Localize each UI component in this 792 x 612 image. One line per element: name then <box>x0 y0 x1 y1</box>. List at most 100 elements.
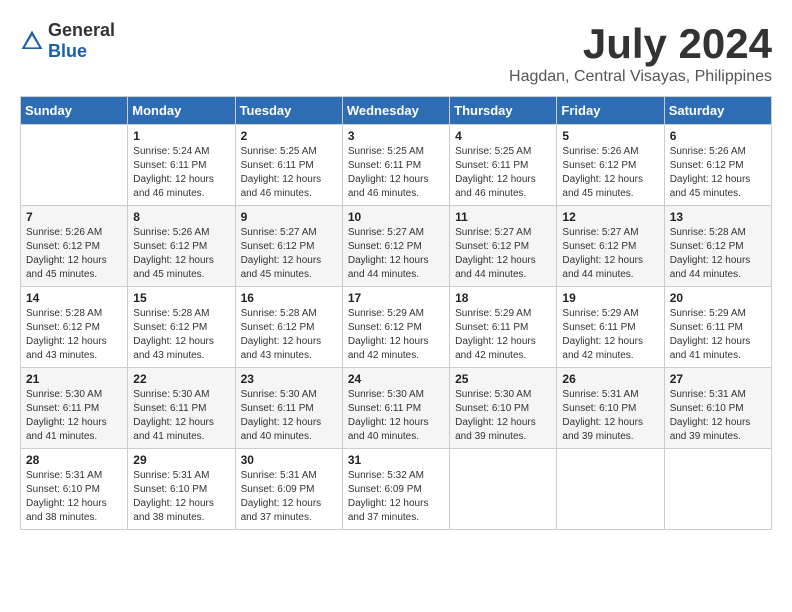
day-info: Sunrise: 5:32 AMSunset: 6:09 PMDaylight:… <box>348 469 444 525</box>
weekday-header-tuesday: Tuesday <box>235 97 342 125</box>
day-number: 3 <box>348 129 444 143</box>
calendar-cell: 26Sunrise: 5:31 AMSunset: 6:10 PMDayligh… <box>557 368 664 449</box>
title-area: July 2024 Hagdan, Central Visayas, Phili… <box>509 20 772 86</box>
week-row-5: 28 Sunrise: 5:31 AMSunset: 6:10 PMDayligh… <box>21 449 772 530</box>
weekday-header-sunday: Sunday <box>21 97 128 125</box>
day-info: Sunrise: 5:27 AMSunset: 6:12 PMDaylight:… <box>348 226 444 282</box>
day-info: Sunrise: 5:26 AMSunset: 6:12 PMDaylight:… <box>133 226 229 282</box>
calendar-cell: 14 Sunrise: 5:28 AMSunset: 6:12 PMDayligh… <box>21 287 128 368</box>
day-number: 12 <box>562 210 658 224</box>
day-info: Sunrise: 5:27 AMSunset: 6:12 PMDaylight:… <box>241 226 337 282</box>
calendar-cell: 13Sunrise: 5:28 AMSunset: 6:12 PMDayligh… <box>664 206 771 287</box>
calendar-cell: 11Sunrise: 5:27 AMSunset: 6:12 PMDayligh… <box>450 206 557 287</box>
calendar-cell: 22Sunrise: 5:30 AMSunset: 6:11 PMDayligh… <box>128 368 235 449</box>
day-number: 10 <box>348 210 444 224</box>
day-info: Sunrise: 5:28 AMSunset: 6:12 PMDaylight:… <box>133 307 229 363</box>
day-number: 8 <box>133 210 229 224</box>
day-number: 29 <box>133 453 229 467</box>
day-number: 21 <box>26 372 122 386</box>
calendar-cell: 27 Sunrise: 5:31 AMSunset: 6:10 PMDayligh… <box>664 368 771 449</box>
day-info: Sunrise: 5:26 AMSunset: 6:12 PMDaylight:… <box>26 226 122 282</box>
calendar-cell: 2Sunrise: 5:25 AMSunset: 6:11 PMDaylight… <box>235 125 342 206</box>
calendar-cell: 28 Sunrise: 5:31 AMSunset: 6:10 PMDayligh… <box>21 449 128 530</box>
logo-general-text: General <box>48 20 115 40</box>
day-number: 27 <box>670 372 766 386</box>
day-info: Sunrise: 5:30 AMSunset: 6:11 PMDaylight:… <box>348 388 444 444</box>
day-number: 15 <box>133 291 229 305</box>
calendar-cell: 31 Sunrise: 5:32 AMSunset: 6:09 PMDayligh… <box>342 449 449 530</box>
calendar-cell: 30 Sunrise: 5:31 AMSunset: 6:09 PMDayligh… <box>235 449 342 530</box>
day-info: Sunrise: 5:29 AMSunset: 6:12 PMDaylight:… <box>348 307 444 363</box>
day-info: Sunrise: 5:30 AMSunset: 6:10 PMDaylight:… <box>455 388 551 444</box>
day-number: 30 <box>241 453 337 467</box>
day-number: 22 <box>133 372 229 386</box>
calendar-cell: 16 Sunrise: 5:28 AMSunset: 6:12 PMDayligh… <box>235 287 342 368</box>
day-number: 24 <box>348 372 444 386</box>
day-info: Sunrise: 5:29 AMSunset: 6:11 PMDaylight:… <box>670 307 766 363</box>
day-number: 26 <box>562 372 658 386</box>
day-info: Sunrise: 5:31 AMSunset: 6:09 PMDaylight:… <box>241 469 337 525</box>
calendar-cell: 7 Sunrise: 5:26 AMSunset: 6:12 PMDaylight… <box>21 206 128 287</box>
calendar-cell: 21 Sunrise: 5:30 AMSunset: 6:11 PMDayligh… <box>21 368 128 449</box>
day-number: 4 <box>455 129 551 143</box>
calendar-table: SundayMondayTuesdayWednesdayThursdayFrid… <box>20 96 772 530</box>
day-number: 1 <box>133 129 229 143</box>
day-info: Sunrise: 5:31 AMSunset: 6:10 PMDaylight:… <box>26 469 122 525</box>
calendar-cell <box>450 449 557 530</box>
weekday-header-wednesday: Wednesday <box>342 97 449 125</box>
calendar-cell: 10 Sunrise: 5:27 AMSunset: 6:12 PMDayligh… <box>342 206 449 287</box>
weekday-header-monday: Monday <box>128 97 235 125</box>
day-number: 6 <box>670 129 766 143</box>
day-number: 28 <box>26 453 122 467</box>
calendar-cell: 17Sunrise: 5:29 AMSunset: 6:12 PMDayligh… <box>342 287 449 368</box>
week-row-1: 1Sunrise: 5:24 AMSunset: 6:11 PMDaylight… <box>21 125 772 206</box>
week-row-2: 7 Sunrise: 5:26 AMSunset: 6:12 PMDaylight… <box>21 206 772 287</box>
day-number: 16 <box>241 291 337 305</box>
day-number: 20 <box>670 291 766 305</box>
logo-blue-text: Blue <box>48 41 87 61</box>
day-info: Sunrise: 5:29 AMSunset: 6:11 PMDaylight:… <box>455 307 551 363</box>
day-number: 31 <box>348 453 444 467</box>
calendar-cell: 24 Sunrise: 5:30 AMSunset: 6:11 PMDayligh… <box>342 368 449 449</box>
day-info: Sunrise: 5:30 AMSunset: 6:11 PMDaylight:… <box>241 388 337 444</box>
week-row-4: 21 Sunrise: 5:30 AMSunset: 6:11 PMDayligh… <box>21 368 772 449</box>
calendar-cell <box>664 449 771 530</box>
calendar-cell: 3Sunrise: 5:25 AMSunset: 6:11 PMDaylight… <box>342 125 449 206</box>
calendar-cell: 5Sunrise: 5:26 AMSunset: 6:12 PMDaylight… <box>557 125 664 206</box>
day-info: Sunrise: 5:28 AMSunset: 6:12 PMDaylight:… <box>241 307 337 363</box>
day-info: Sunrise: 5:31 AMSunset: 6:10 PMDaylight:… <box>670 388 766 444</box>
calendar-cell: 29 Sunrise: 5:31 AMSunset: 6:10 PMDayligh… <box>128 449 235 530</box>
calendar-cell: 1Sunrise: 5:24 AMSunset: 6:11 PMDaylight… <box>128 125 235 206</box>
day-info: Sunrise: 5:28 AMSunset: 6:12 PMDaylight:… <box>26 307 122 363</box>
location-subtitle: Hagdan, Central Visayas, Philippines <box>509 68 772 86</box>
month-year-title: July 2024 <box>509 20 772 68</box>
calendar-cell <box>557 449 664 530</box>
calendar-cell: 23 Sunrise: 5:30 AMSunset: 6:11 PMDayligh… <box>235 368 342 449</box>
day-info: Sunrise: 5:30 AMSunset: 6:11 PMDaylight:… <box>26 388 122 444</box>
calendar-cell <box>21 125 128 206</box>
day-number: 14 <box>26 291 122 305</box>
calendar-cell: 8 Sunrise: 5:26 AMSunset: 6:12 PMDaylight… <box>128 206 235 287</box>
calendar-cell: 6 Sunrise: 5:26 AMSunset: 6:12 PMDaylight… <box>664 125 771 206</box>
weekday-header-friday: Friday <box>557 97 664 125</box>
header: General Blue July 2024 Hagdan, Central V… <box>20 20 772 86</box>
week-row-3: 14 Sunrise: 5:28 AMSunset: 6:12 PMDayligh… <box>21 287 772 368</box>
calendar-cell: 20 Sunrise: 5:29 AMSunset: 6:11 PMDayligh… <box>664 287 771 368</box>
generalblue-icon <box>20 29 44 53</box>
calendar-cell: 15 Sunrise: 5:28 AMSunset: 6:12 PMDayligh… <box>128 287 235 368</box>
weekday-header-thursday: Thursday <box>450 97 557 125</box>
logo: General Blue <box>20 20 115 62</box>
day-info: Sunrise: 5:29 AMSunset: 6:11 PMDaylight:… <box>562 307 658 363</box>
day-info: Sunrise: 5:25 AMSunset: 6:11 PMDaylight:… <box>455 145 551 201</box>
calendar-cell: 25Sunrise: 5:30 AMSunset: 6:10 PMDayligh… <box>450 368 557 449</box>
calendar-cell: 4 Sunrise: 5:25 AMSunset: 6:11 PMDaylight… <box>450 125 557 206</box>
day-number: 19 <box>562 291 658 305</box>
day-info: Sunrise: 5:31 AMSunset: 6:10 PMDaylight:… <box>133 469 229 525</box>
day-info: Sunrise: 5:25 AMSunset: 6:11 PMDaylight:… <box>241 145 337 201</box>
day-number: 23 <box>241 372 337 386</box>
day-number: 9 <box>241 210 337 224</box>
day-info: Sunrise: 5:27 AMSunset: 6:12 PMDaylight:… <box>455 226 551 282</box>
day-info: Sunrise: 5:28 AMSunset: 6:12 PMDaylight:… <box>670 226 766 282</box>
day-number: 7 <box>26 210 122 224</box>
day-info: Sunrise: 5:26 AMSunset: 6:12 PMDaylight:… <box>670 145 766 201</box>
